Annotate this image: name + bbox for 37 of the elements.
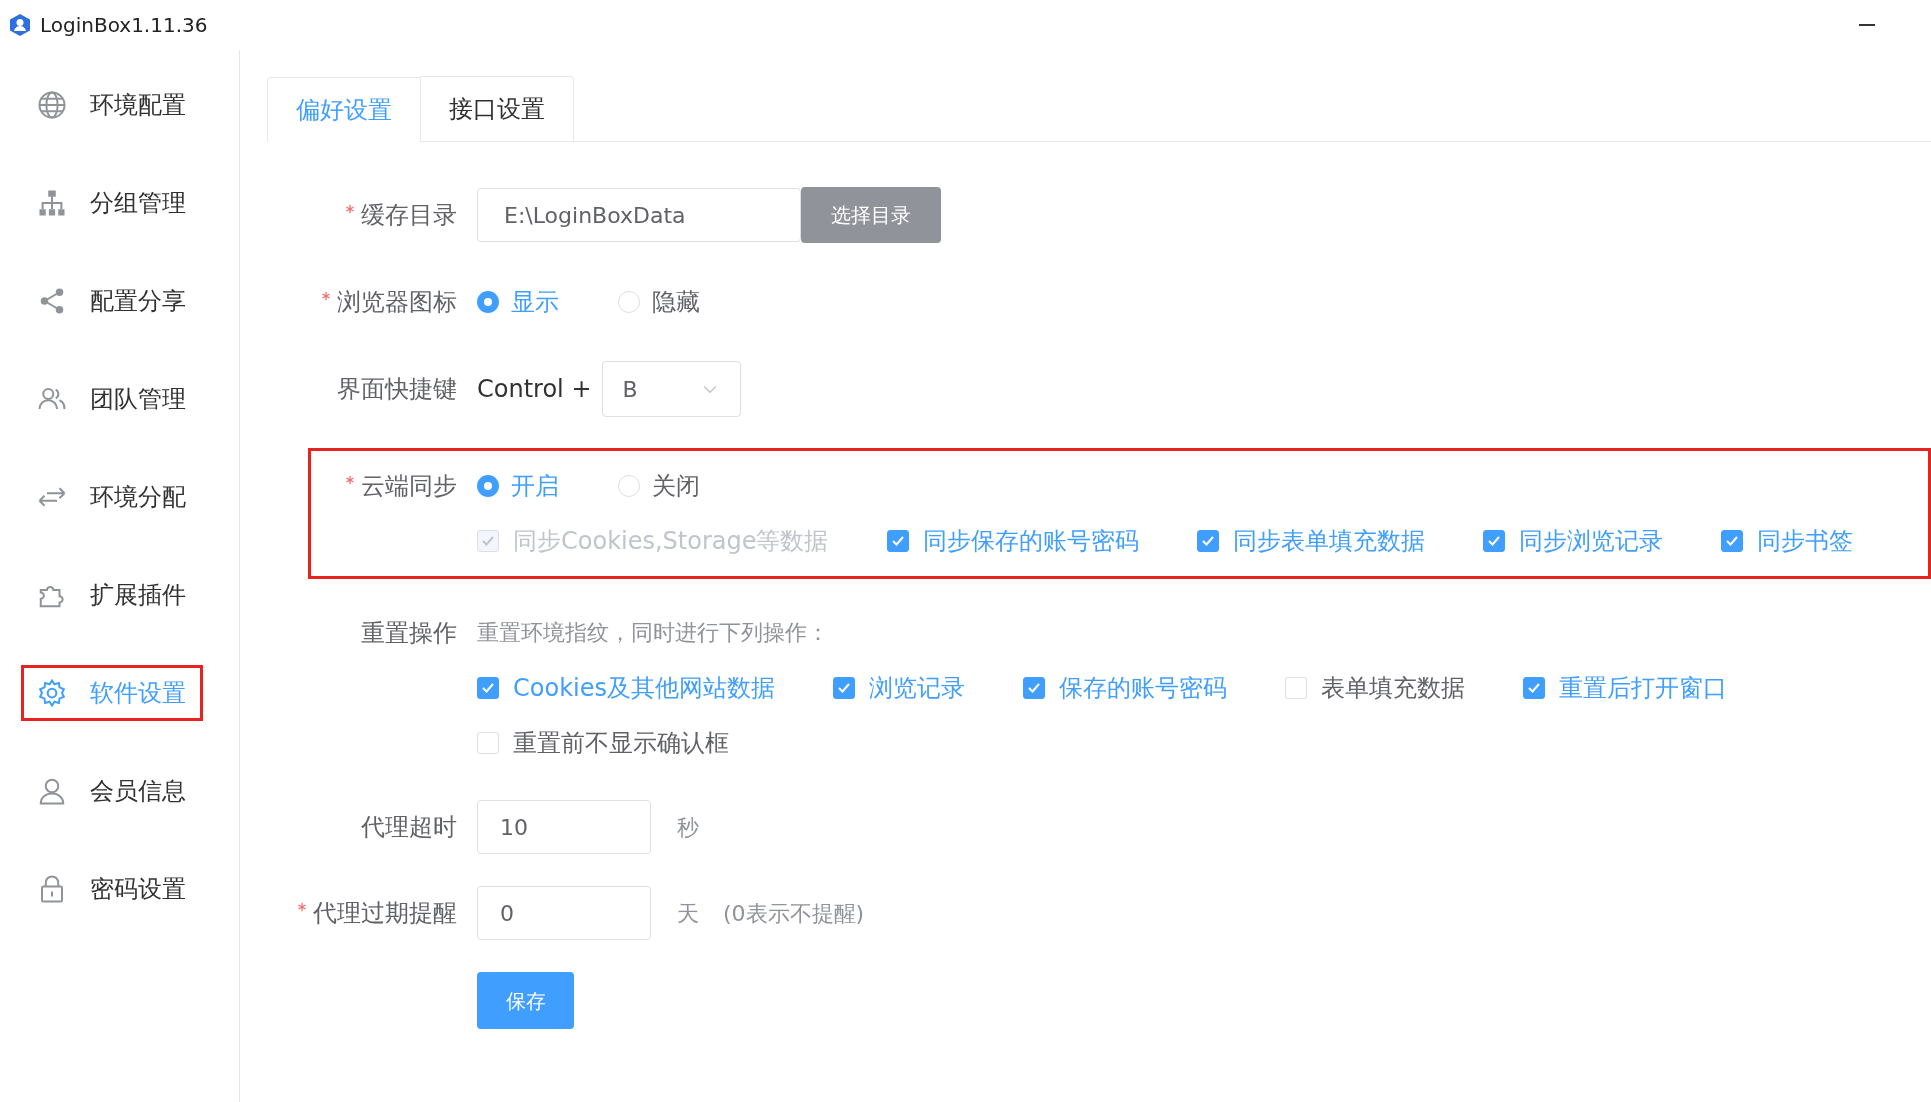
sidebar-item[interactable]: 分组管理 (21, 175, 203, 231)
number-field[interactable]: 0 (477, 886, 651, 940)
choose-directory-button[interactable]: 选择目录 (801, 187, 941, 243)
field-label: 代理超时 (361, 812, 457, 843)
note-text: (0表示不提醒) (723, 899, 865, 928)
number-field[interactable]: 10 (477, 800, 651, 854)
minimize-button[interactable] (1859, 24, 1875, 26)
sidebar-item[interactable]: 团队管理 (21, 371, 203, 427)
sidebar-item[interactable]: 扩展插件 (21, 567, 203, 623)
sidebar-item[interactable]: 环境配置 (21, 77, 203, 133)
radio-option[interactable]: 关闭 (618, 468, 700, 504)
shortcut-prefix: Control + (477, 374, 592, 405)
field-label: 缓存目录 (361, 200, 457, 231)
hint-text: 重置环境指纹，同时进行下列操作： (477, 619, 829, 647)
sidebar-item[interactable]: 会员信息 (21, 763, 203, 819)
user-icon (37, 776, 67, 806)
tab[interactable]: 接口设置 (421, 76, 574, 141)
key-select[interactable]: B (601, 361, 741, 417)
unit-text: 秒 (677, 813, 699, 842)
directory-field[interactable]: E:\LoginBoxData (477, 188, 801, 242)
sidebar-item[interactable]: 配置分享 (21, 273, 203, 329)
field-label: 浏览器图标 (337, 287, 457, 318)
window-title: LoginBox1.11.36 (40, 12, 208, 39)
sidebar-item[interactable]: 环境分配 (21, 469, 203, 525)
logo-icon (8, 13, 32, 37)
globe-icon (37, 90, 67, 120)
hierarchy-icon (37, 188, 67, 218)
field-label: 界面快捷键 (337, 374, 457, 405)
radio-option[interactable]: 隐藏 (618, 284, 700, 320)
sidebar-item[interactable]: 密码设置 (21, 861, 203, 917)
field-label: 重置操作 (361, 617, 457, 649)
field-label: 代理过期提醒 (313, 898, 457, 929)
checkbox[interactable]: 重置前不显示确认框 (477, 715, 729, 770)
unit-text: 天 (677, 899, 699, 928)
checkbox[interactable]: 表单填充数据 (1284, 660, 1465, 715)
field-label: 云端同步 (361, 471, 457, 502)
settings-icon (37, 678, 67, 708)
